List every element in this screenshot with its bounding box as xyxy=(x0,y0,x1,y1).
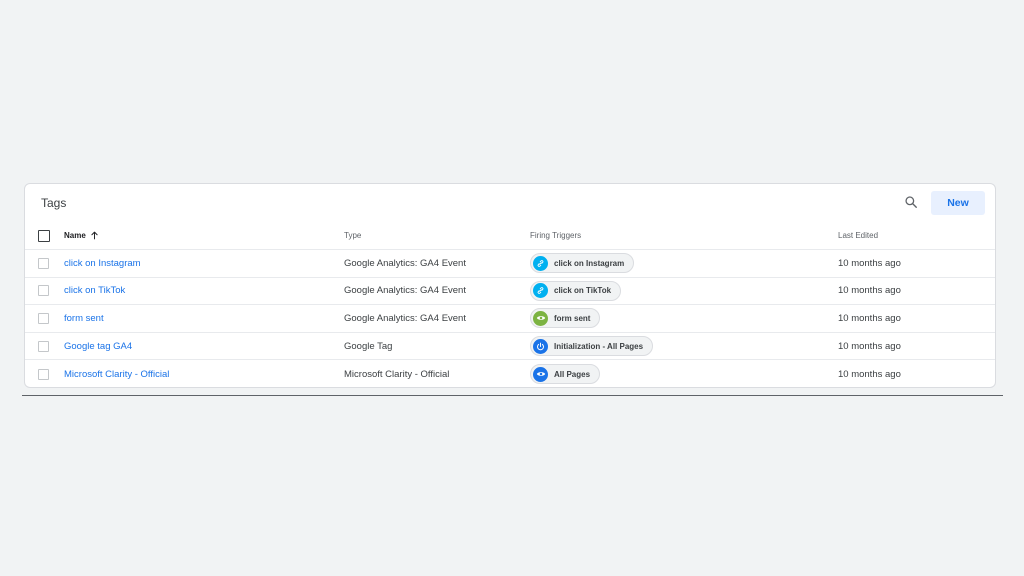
tag-type: Google Analytics: GA4 Event xyxy=(344,257,466,269)
tag-type: Google Analytics: GA4 Event xyxy=(344,312,466,324)
eye-icon xyxy=(533,366,548,382)
trigger-label: All Pages xyxy=(554,369,591,379)
table-row[interactable]: click on TikTok Google Analytics: GA4 Ev… xyxy=(25,278,995,306)
table-header: Name Type Firing Triggers Last Edited xyxy=(25,222,995,250)
trigger-label: click on TikTok xyxy=(554,286,612,296)
search-icon xyxy=(905,196,917,208)
eye-icon xyxy=(533,310,548,326)
table-row[interactable]: form sent Google Analytics: GA4 Event fo… xyxy=(25,305,995,333)
tag-type: Google Analytics: GA4 Event xyxy=(344,285,466,297)
link-icon xyxy=(533,283,548,299)
trigger-label: form sent xyxy=(554,313,591,323)
column-header-name[interactable]: Name xyxy=(64,222,334,249)
select-all-checkbox[interactable] xyxy=(38,229,50,242)
trigger-chip[interactable]: Initialization - All Pages xyxy=(530,336,654,357)
new-tag-button[interactable]: New xyxy=(931,191,985,215)
tag-name-link[interactable]: form sent xyxy=(64,313,104,324)
row-checkbox[interactable] xyxy=(38,340,49,352)
last-edited: 10 months ago xyxy=(838,312,901,324)
search-button[interactable] xyxy=(901,192,921,212)
last-edited: 10 months ago xyxy=(838,285,901,297)
tag-name-link[interactable]: click on TikTok xyxy=(64,285,125,296)
column-header-triggers[interactable]: Firing Triggers xyxy=(530,222,830,249)
row-checkbox[interactable] xyxy=(38,285,49,297)
trigger-label: Initialization - All Pages xyxy=(554,341,644,351)
column-name-label: Name xyxy=(64,231,86,240)
tags-card: Tags New Name Type Firing Triggers Last … xyxy=(24,183,996,388)
tag-name-link[interactable]: Google tag GA4 xyxy=(64,341,132,352)
card-header: Tags New xyxy=(25,184,995,222)
tag-name-link[interactable]: Microsoft Clarity - Official xyxy=(64,369,169,380)
column-header-edited[interactable]: Last Edited xyxy=(838,222,988,249)
power-icon xyxy=(533,338,548,354)
row-checkbox[interactable] xyxy=(38,257,49,269)
divider xyxy=(22,395,1003,396)
last-edited: 10 months ago xyxy=(838,257,901,269)
trigger-chip[interactable]: click on Instagram xyxy=(530,253,635,274)
last-edited: 10 months ago xyxy=(838,340,901,352)
card-title: Tags xyxy=(41,196,67,210)
trigger-chip[interactable]: click on TikTok xyxy=(530,280,622,301)
tag-type: Google Tag xyxy=(344,340,393,352)
trigger-label: click on Instagram xyxy=(554,258,625,268)
tag-type: Microsoft Clarity - Official xyxy=(344,368,450,380)
row-checkbox[interactable] xyxy=(38,312,49,324)
tags-table: Name Type Firing Triggers Last Edited cl… xyxy=(25,222,995,388)
column-header-type[interactable]: Type xyxy=(344,222,524,249)
last-edited: 10 months ago xyxy=(838,368,901,380)
table-row[interactable]: Google tag GA4 Google Tag Initialization… xyxy=(25,333,995,361)
link-icon xyxy=(533,255,548,271)
table-row[interactable]: click on Instagram Google Analytics: GA4… xyxy=(25,250,995,278)
trigger-chip[interactable]: All Pages xyxy=(530,364,601,385)
trigger-chip[interactable]: form sent xyxy=(530,308,601,329)
row-checkbox[interactable] xyxy=(38,368,49,380)
table-row[interactable]: Microsoft Clarity - Official Microsoft C… xyxy=(25,360,995,388)
arrow-up-icon xyxy=(90,231,99,240)
tag-name-link[interactable]: click on Instagram xyxy=(64,258,141,269)
